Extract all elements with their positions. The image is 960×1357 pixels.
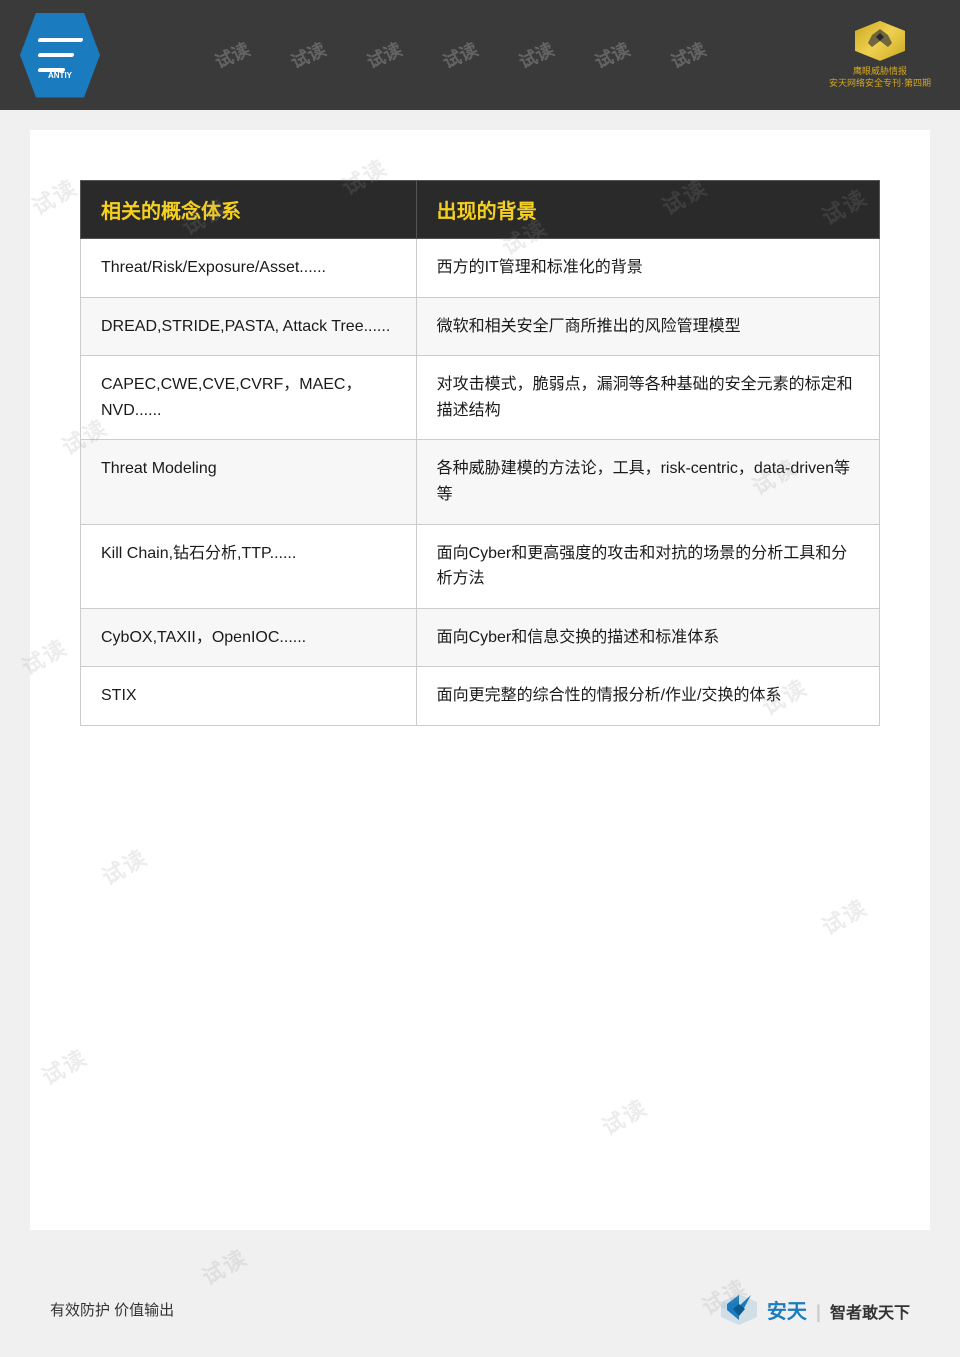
main-content: 相关的概念体系 出现的背景 Threat/Risk/Exposure/Asset…	[30, 130, 930, 1230]
header-right-text: 鹰眼威胁情报 安天网络安全专刊·第四期	[829, 65, 931, 90]
emblem-shape	[855, 21, 905, 61]
col1-header: 相关的概念体系	[81, 181, 417, 239]
footer-antiy: 安天	[767, 1301, 807, 1323]
header-wm-7: 试读	[666, 42, 710, 68]
watermark-15: 试读	[195, 1240, 253, 1292]
header: ANTIY 试读 试读 试读 试读 试读 试读 试读 鹰眼威胁情报 安天网络安全…	[0, 0, 960, 110]
table-header-row: 相关的概念体系 出现的背景	[81, 181, 880, 239]
header-wm-3: 试读	[362, 42, 406, 68]
table-cell-col1-5: CybOX,TAXII，OpenIOC......	[81, 608, 417, 667]
table-cell-col1-1: DREAD,STRIDE,PASTA, Attack Tree......	[81, 297, 417, 356]
logo-line-1	[37, 38, 83, 42]
header-right-logo: 鹰眼威胁情报 安天网络安全专刊·第四期	[820, 20, 940, 90]
header-right-line2: 安天网络安全专刊·第四期	[829, 77, 931, 90]
table-row: CAPEC,CWE,CVE,CVRF，MAEC，NVD......对攻击模式，脆…	[81, 356, 880, 440]
table-cell-col2-0: 西方的IT管理和标准化的背景	[416, 239, 879, 298]
table-cell-col1-0: Threat/Risk/Exposure/Asset......	[81, 239, 417, 298]
header-wm-6: 试读	[590, 42, 634, 68]
footer-slogan: 有效防护 价值输出	[50, 1299, 174, 1320]
footer: 有效防护 价值输出 安天 | 智者敢天下	[30, 1292, 930, 1327]
table-cell-col2-3: 各种威胁建模的方法论，工具，risk-centric，data-driven等等	[416, 440, 879, 524]
table-row: DREAD,STRIDE,PASTA, Attack Tree......微软和…	[81, 297, 880, 356]
footer-brand-container: 安天 | 智者敢天下	[767, 1295, 910, 1324]
footer-logo-text: 安天 | 智者敢天下	[767, 1302, 910, 1322]
header-wm-2: 试读	[286, 42, 330, 68]
table-cell-col2-2: 对攻击模式，脆弱点，漏洞等各种基础的安全元素的标定和描述结构	[416, 356, 879, 440]
col2-header: 出现的背景	[416, 181, 879, 239]
table-cell-col2-6: 面向更完整的综合性的情报分析/作业/交换的体系	[416, 667, 879, 726]
footer-separator: |	[816, 1302, 821, 1322]
table-cell-col2-4: 面向Cyber和更高强度的攻击和对抗的场景的分析工具和分析方法	[416, 524, 879, 608]
eagle-icon	[864, 27, 896, 55]
table-cell-col2-1: 微软和相关安全厂商所推出的风险管理模型	[416, 297, 879, 356]
table-cell-col1-2: CAPEC,CWE,CVE,CVRF，MAEC，NVD......	[81, 356, 417, 440]
logo-line-2	[37, 53, 74, 57]
table-row: CybOX,TAXII，OpenIOC......面向Cyber和信息交换的描述…	[81, 608, 880, 667]
header-right-line1: 鹰眼威胁情报	[829, 65, 931, 78]
header-wm-5: 试读	[514, 42, 558, 68]
header-logo: ANTIY	[20, 13, 100, 98]
header-wm-4: 试读	[438, 42, 482, 68]
header-wm-1: 试读	[210, 42, 254, 68]
header-emblem	[853, 20, 908, 62]
table-cell-col1-6: STIX	[81, 667, 417, 726]
table-cell-col1-4: Kill Chain,钻石分析,TTP......	[81, 524, 417, 608]
table-cell-col2-5: 面向Cyber和信息交换的描述和标准体系	[416, 608, 879, 667]
table-cell-col1-3: Threat Modeling	[81, 440, 417, 524]
table-row: Kill Chain,钻石分析,TTP......面向Cyber和更高强度的攻击…	[81, 524, 880, 608]
footer-logo: 安天 | 智者敢天下	[719, 1292, 910, 1327]
footer-logo-icon	[719, 1292, 759, 1327]
table-row: STIX面向更完整的综合性的情报分析/作业/交换的体系	[81, 667, 880, 726]
logo-brand-text: ANTIY	[20, 71, 100, 80]
table-row: Threat Modeling各种威胁建模的方法论，工具，risk-centri…	[81, 440, 880, 524]
footer-subtext: 智者敢天下	[830, 1305, 910, 1322]
table-row: Threat/Risk/Exposure/Asset......西方的IT管理和…	[81, 239, 880, 298]
concept-table: 相关的概念体系 出现的背景 Threat/Risk/Exposure/Asset…	[80, 180, 880, 726]
header-watermarks: 试读 试读 试读 试读 试读 试读 试读	[100, 42, 820, 68]
